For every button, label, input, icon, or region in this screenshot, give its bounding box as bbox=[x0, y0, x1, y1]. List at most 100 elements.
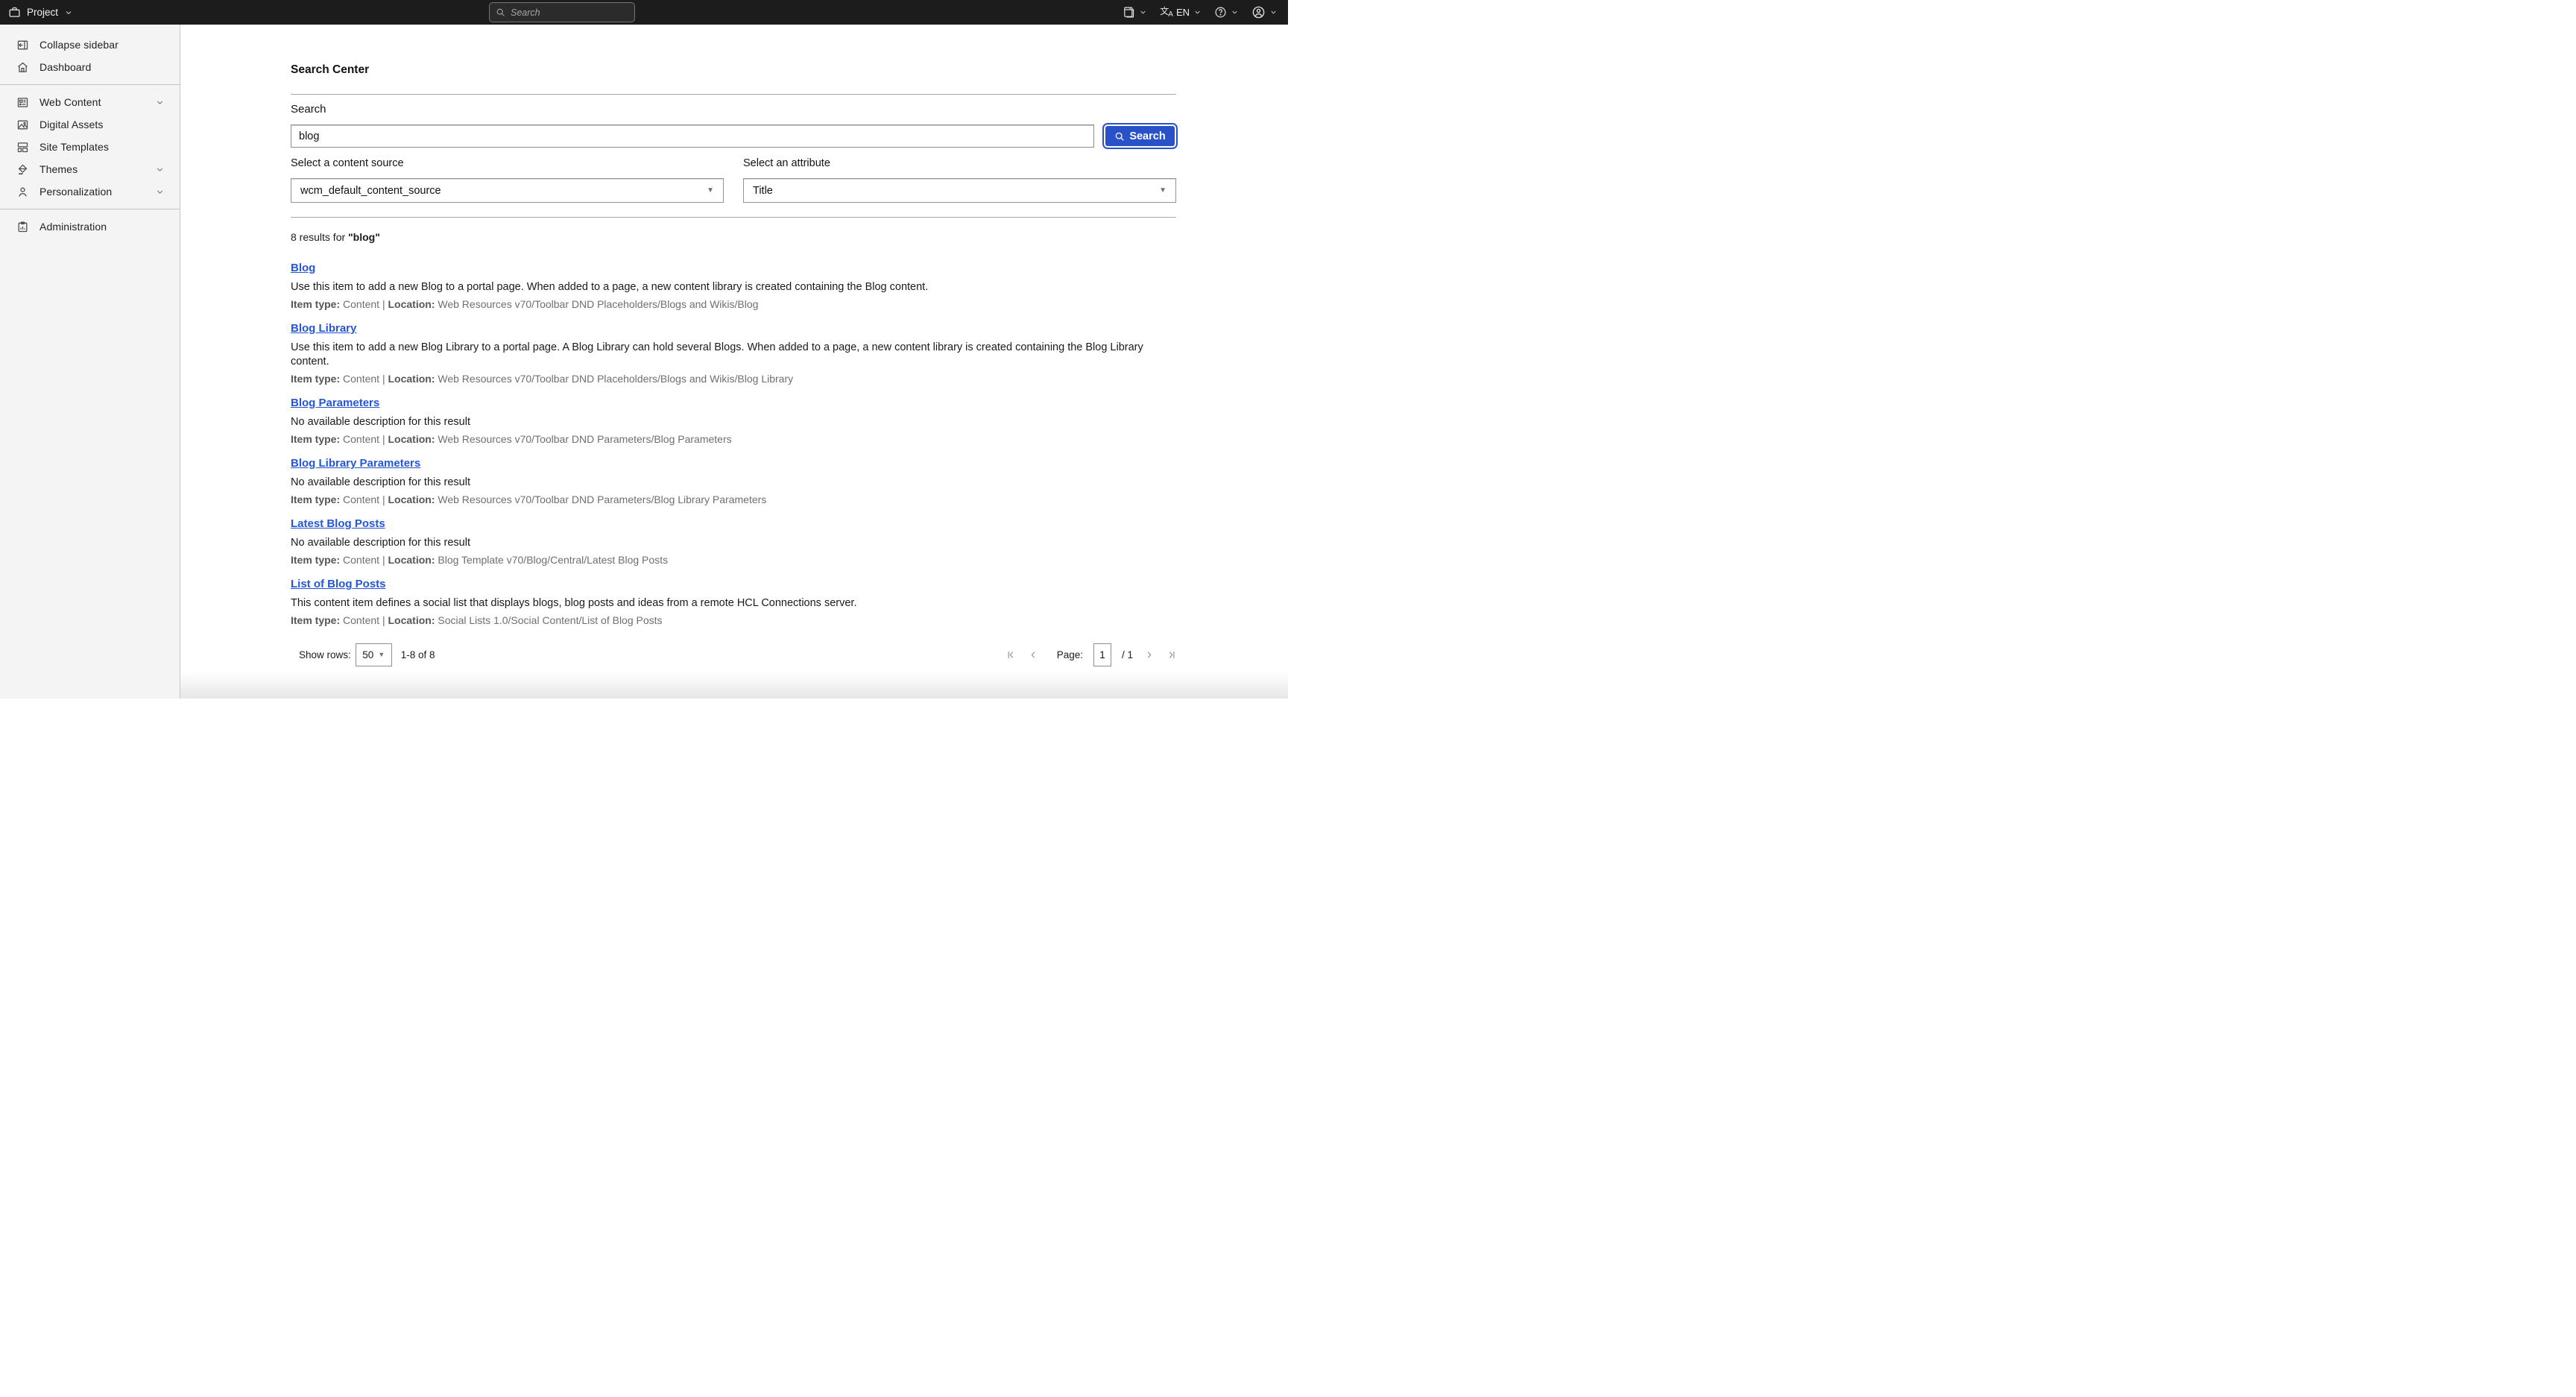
briefcase-icon bbox=[8, 6, 21, 19]
results-count: 8 results for "blog" bbox=[291, 231, 1176, 243]
top-header-bar: Project 文A EN bbox=[0, 0, 1288, 25]
translate-icon: 文A bbox=[1160, 7, 1172, 19]
results-range: 1-8 of 8 bbox=[401, 649, 435, 660]
result-description: No available description for this result bbox=[291, 415, 1176, 429]
sidebar-item-themes[interactable]: Themes bbox=[0, 158, 180, 180]
sidebar-item-label: Collapse sidebar bbox=[40, 39, 169, 51]
sidebar-item-collapse[interactable]: Collapse sidebar bbox=[0, 34, 180, 56]
sidebar-item-label: Administration bbox=[40, 221, 169, 233]
avatar-icon bbox=[1251, 5, 1266, 19]
first-page-button[interactable] bbox=[1006, 649, 1017, 660]
global-search-box[interactable] bbox=[489, 2, 635, 22]
chevron-down-icon bbox=[64, 8, 73, 17]
page-number-input[interactable] bbox=[1093, 643, 1111, 666]
result-description: No available description for this result bbox=[291, 536, 1176, 550]
next-page-button[interactable] bbox=[1143, 649, 1155, 660]
global-search-input[interactable] bbox=[511, 7, 628, 18]
home-icon bbox=[16, 61, 29, 74]
sidebar-item-dashboard[interactable]: Dashboard bbox=[0, 56, 180, 78]
result-meta: Item type: Content | Location: Web Resou… bbox=[291, 372, 1176, 385]
results-scroll-area[interactable]: Search Center Search Search Select a con… bbox=[180, 25, 1288, 638]
theme-icon bbox=[16, 163, 29, 176]
sidebar-item-label: Site Templates bbox=[40, 141, 169, 153]
chevron-down-icon[interactable] bbox=[155, 98, 165, 107]
result-description: Use this item to add a new Blog Library … bbox=[291, 341, 1176, 369]
chevron-down-icon bbox=[1231, 8, 1239, 16]
result-link[interactable]: Blog Library bbox=[291, 321, 356, 336]
result-link[interactable]: Blog Parameters bbox=[291, 396, 379, 411]
previous-page-button[interactable] bbox=[1028, 649, 1039, 660]
chevron-down-icon[interactable] bbox=[155, 187, 165, 197]
page-total: / 1 bbox=[1122, 649, 1133, 660]
result-link[interactable]: List of Blog Posts bbox=[291, 577, 386, 592]
attribute-select[interactable]: Title ▼ bbox=[743, 178, 1176, 203]
result-item: Blog Library Use this item to add a new … bbox=[291, 321, 1176, 385]
result-meta: Item type: Content | Location: Web Resou… bbox=[291, 297, 1176, 311]
result-item: Blog Library Parameters No available des… bbox=[291, 456, 1176, 506]
user-menu[interactable] bbox=[1251, 5, 1278, 19]
result-description: Use this item to add a new Blog to a por… bbox=[291, 280, 1176, 294]
topbar-actions: 文A EN bbox=[1123, 0, 1278, 25]
web-content-icon bbox=[16, 96, 29, 109]
sidebar-divider bbox=[0, 84, 180, 85]
result-description: This content item defines a social list … bbox=[291, 596, 1176, 611]
page-title: Search Center bbox=[291, 63, 1176, 77]
content-source-label: Select a content source bbox=[291, 157, 724, 169]
dropdown-arrow-icon: ▼ bbox=[707, 186, 714, 195]
result-item: Latest Blog Posts No available descripti… bbox=[291, 517, 1176, 567]
language-menu[interactable]: 文A EN bbox=[1160, 7, 1202, 19]
result-meta: Item type: Content | Location: Web Resou… bbox=[291, 493, 1176, 506]
layout-icon bbox=[16, 141, 29, 154]
project-label: Project bbox=[27, 7, 58, 18]
sidebar-item-site-templates[interactable]: Site Templates bbox=[0, 136, 180, 158]
help-menu[interactable] bbox=[1214, 6, 1239, 19]
chevron-down-icon bbox=[1269, 8, 1278, 16]
show-rows-label: Show rows: bbox=[299, 649, 351, 660]
result-link[interactable]: Latest Blog Posts bbox=[291, 517, 385, 532]
divider bbox=[291, 94, 1176, 95]
sidebar-item-label: Themes bbox=[40, 163, 145, 175]
chevron-down-icon[interactable] bbox=[155, 165, 165, 174]
help-icon bbox=[1214, 6, 1227, 19]
result-link[interactable]: Blog Library Parameters bbox=[291, 456, 420, 471]
result-item: Blog Use this item to add a new Blog to … bbox=[291, 261, 1176, 311]
administration-icon bbox=[16, 221, 29, 233]
divider bbox=[291, 217, 1176, 218]
project-menu[interactable]: Project bbox=[0, 6, 73, 19]
dropdown-arrow-icon: ▼ bbox=[378, 651, 385, 658]
sidebar-item-administration[interactable]: Administration bbox=[0, 215, 180, 238]
rows-per-page-value: 50 bbox=[362, 649, 373, 660]
result-meta: Item type: Content | Location: Web Resou… bbox=[291, 432, 1176, 446]
sidebar-item-label: Dashboard bbox=[40, 61, 169, 73]
search-icon bbox=[496, 7, 505, 17]
preview-device-menu[interactable] bbox=[1123, 6, 1147, 19]
sidebar-item-label: Digital Assets bbox=[40, 119, 169, 130]
results-list: Blog Use this item to add a new Blog to … bbox=[291, 261, 1176, 638]
search-query-input[interactable] bbox=[291, 124, 1094, 148]
search-section-label: Search bbox=[291, 103, 1176, 116]
search-button-label: Search bbox=[1129, 130, 1165, 142]
attribute-label: Select an attribute bbox=[743, 157, 1176, 169]
result-link[interactable]: Blog bbox=[291, 261, 315, 276]
last-page-button[interactable] bbox=[1165, 649, 1176, 660]
language-label: EN bbox=[1176, 7, 1190, 18]
bottom-fade bbox=[180, 671, 1288, 698]
chevron-down-icon bbox=[1193, 8, 1202, 16]
sidebar-item-personalization[interactable]: Personalization bbox=[0, 180, 180, 203]
sidebar: Collapse sidebar Dashboard Web Content D… bbox=[0, 25, 180, 698]
sidebar-item-label: Web Content bbox=[40, 96, 145, 108]
content-source-select[interactable]: wcm_default_content_source ▼ bbox=[291, 178, 724, 203]
sidebar-item-digital-assets[interactable]: Digital Assets bbox=[0, 113, 180, 136]
collapse-sidebar-icon bbox=[16, 39, 29, 51]
image-icon bbox=[16, 119, 29, 131]
page-label: Page: bbox=[1057, 649, 1083, 660]
results-footer: Show rows: 50 ▼ 1-8 of 8 Page: / 1 bbox=[180, 638, 1288, 671]
sidebar-item-web-content[interactable]: Web Content bbox=[0, 91, 180, 113]
result-item: Blog Parameters No available description… bbox=[291, 396, 1176, 446]
search-icon bbox=[1114, 131, 1125, 142]
sidebar-item-label: Personalization bbox=[40, 186, 145, 198]
search-button[interactable]: Search bbox=[1104, 124, 1176, 148]
content-source-value: wcm_default_content_source bbox=[300, 185, 441, 197]
person-icon bbox=[16, 186, 29, 198]
rows-per-page-select[interactable]: 50 ▼ bbox=[356, 643, 392, 666]
